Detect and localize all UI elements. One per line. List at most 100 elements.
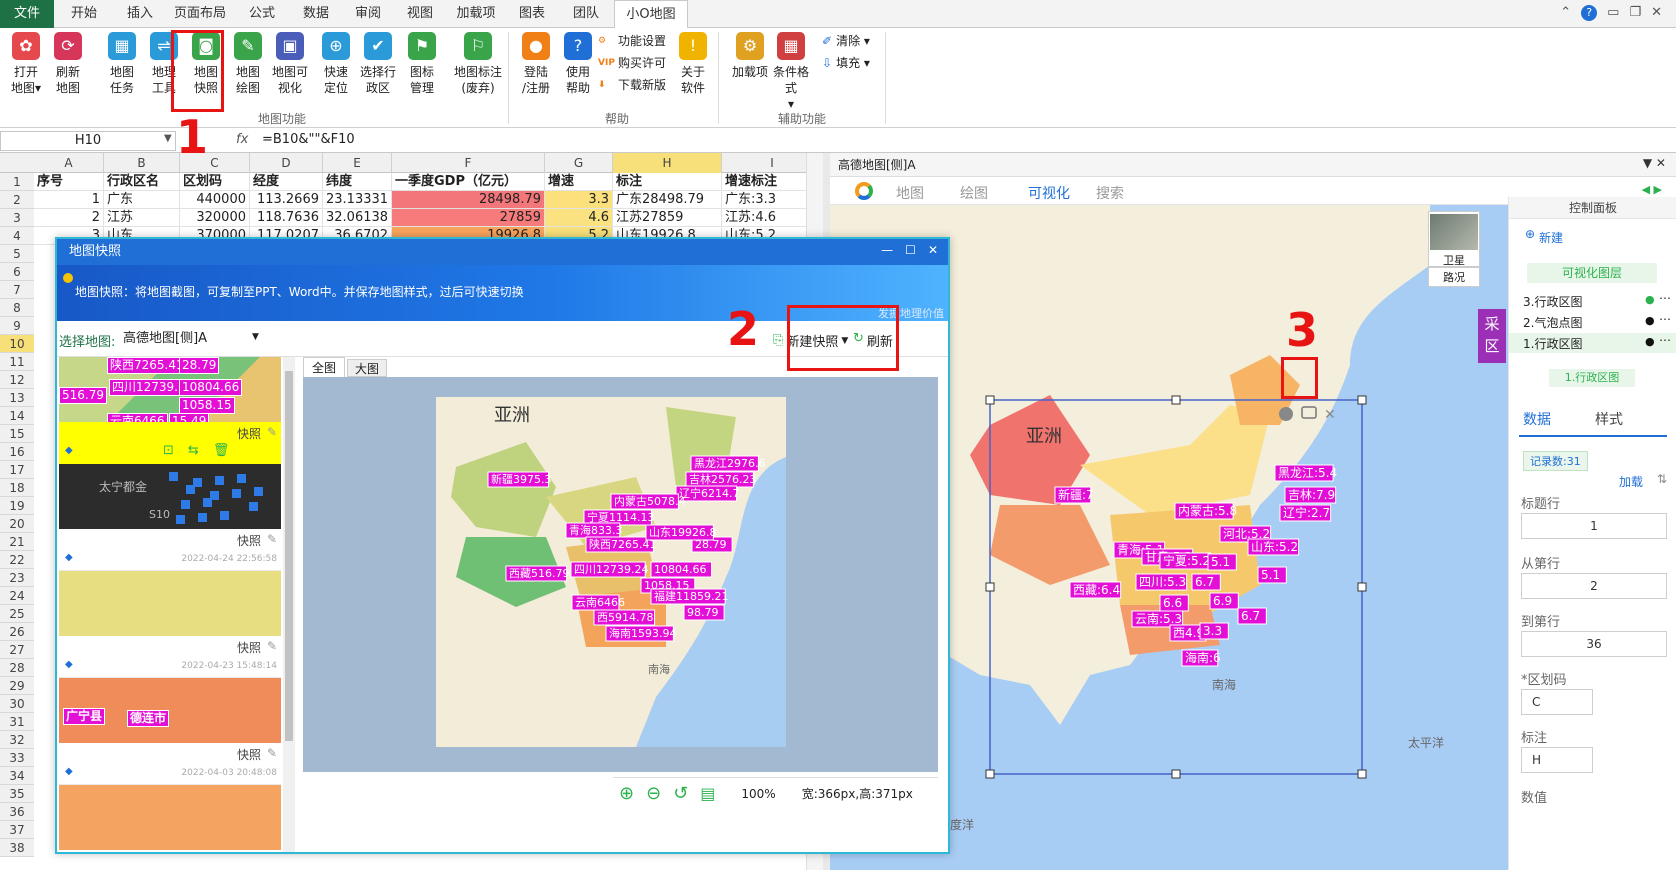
row-number[interactable]: 14 [0,407,34,425]
row-number[interactable]: 17 [0,461,34,479]
row-number[interactable]: 32 [0,731,34,749]
info-icon[interactable] [1279,407,1293,421]
tab-full-map[interactable]: 全图 [303,357,345,377]
row-number[interactable]: 38 [0,839,34,857]
tab-view[interactable]: 视图 [394,0,446,28]
tab-page-layout[interactable]: 页面布局 [168,0,232,28]
resize-handle[interactable] [985,395,995,405]
tab-large-map[interactable]: 大图 [347,359,387,377]
edit-icon[interactable]: ✎ [267,639,277,653]
resize-handle[interactable] [1357,769,1367,779]
row-number[interactable]: 16 [0,443,34,461]
snapshot-thumbnail[interactable]: 快照✎◆ [59,785,281,852]
name-box[interactable]: H10 [0,131,176,151]
row-number[interactable]: 20 [0,515,34,533]
table-cell[interactable]: 118.7636 [250,209,323,227]
column-header-F[interactable]: F [392,153,545,173]
snapshot-thumbnail[interactable]: 快照 ✎ ◆ 2022-04-23 15:48:14 [59,571,281,678]
zoom-out-icon[interactable]: ⊖ [646,783,661,804]
fx-icon[interactable]: fx [236,132,248,147]
header-cell[interactable]: 纬度 [323,173,392,191]
select-map-dropdown[interactable]: 高德地图[侧]A [119,327,269,351]
snapshot-thumbnail[interactable]: 陕西7265.41 28.79 四川12739.24 10804.66 1058.15 云… [59,357,281,464]
table-cell[interactable]: 23.13331 [323,191,392,209]
ribbon-button-7[interactable]: ⊕ 快速 定位 [315,32,357,96]
table-cell[interactable]: 1 [34,191,104,209]
table-cell[interactable]: 320000 [180,209,250,227]
edit-icon[interactable]: ✎ [267,532,277,546]
row-number[interactable]: 29 [0,677,34,695]
ribbon-button-12[interactable]: ? 使用 帮助 [557,32,599,96]
row-number[interactable]: 21 [0,533,34,551]
table-cell[interactable]: 江苏27859 [613,209,722,227]
tab-review[interactable]: 审阅 [342,0,394,28]
layer-item[interactable]: 2.气泡点图 ● ⋯ [1509,312,1676,332]
row-number[interactable]: 34 [0,767,34,785]
table-cell[interactable]: 28498.79 [392,191,545,209]
maximize-icon[interactable]: ☐ [905,243,916,257]
tab-xiao-o-map[interactable]: 小O地图 [614,0,688,29]
map-tab-draw[interactable]: 绘图 [960,183,988,203]
column-header-D[interactable]: D [250,153,323,173]
header-cell[interactable]: 标注 [613,173,722,191]
ribbon-button-1[interactable]: ⟳ 刷新 地图 [47,32,89,96]
close-selection-icon[interactable]: ✕ [1324,407,1336,423]
edit-icon[interactable]: ✎ [267,425,277,439]
zoom-in-icon[interactable]: ⊕ [619,783,634,804]
traffic-toggle[interactable]: 路况 [1428,267,1480,287]
header-cell[interactable]: 序号 [34,173,104,191]
row-number[interactable]: 35 [0,785,34,803]
resize-handle[interactable] [1357,395,1367,405]
tab-insert[interactable]: 插入 [114,0,166,28]
map-nav-arrows-icon[interactable]: ◀ ▶ [1642,183,1662,196]
minimize-icon[interactable]: ▭ [1607,5,1619,21]
close-icon[interactable]: ✕ [1651,5,1662,21]
resize-handle[interactable] [985,582,995,592]
ribbon-button-6[interactable]: ▣ 地图可 视化 [269,32,311,96]
more-icon[interactable]: ⋯ [1659,312,1671,326]
row-number[interactable]: 9 [0,317,34,335]
row-number[interactable]: 12 [0,371,34,389]
row-number[interactable]: 25 [0,605,34,623]
table-cell[interactable]: 440000 [180,191,250,209]
note-select[interactable]: H [1521,747,1593,773]
tab-file[interactable]: 文件 [0,0,54,28]
header-cell[interactable]: 增速 [545,173,613,191]
column-header-G[interactable]: G [545,153,613,173]
row-number[interactable]: 5 [0,245,34,263]
table-cell[interactable]: 4.6 [545,209,613,227]
formula-input[interactable]: =B10&""&F10 [262,132,355,147]
visibility-icon[interactable]: ● [1645,335,1655,348]
row-number[interactable]: 4 [0,227,34,245]
collapse-ribbon-icon[interactable]: ⌃ [1560,5,1571,21]
expand-icon[interactable]: ⇅ [1657,472,1667,486]
ribbon-button-11[interactable]: ● 登陆/注册 [515,32,557,96]
row-number[interactable]: 18 [0,479,34,497]
tab-formulas[interactable]: 公式 [236,0,288,28]
row-number[interactable]: 6 [0,263,34,281]
column-header-E[interactable]: E [323,153,392,173]
minimize-icon[interactable]: — [881,243,893,257]
table-cell[interactable]: 广东 [104,191,180,209]
row-number[interactable]: 23 [0,569,34,587]
more-icon[interactable]: ⋯ [1659,333,1671,347]
scrollbar[interactable] [283,357,295,852]
resize-handle[interactable] [1357,582,1367,592]
assist-small-0[interactable]: ✐ 清除 ▾ [822,32,870,50]
row-number[interactable]: 2 [0,191,34,209]
view-icon[interactable]: ⊡ [163,443,174,458]
satellite-toggle[interactable]: 卫星 [1428,211,1480,267]
ribbon-button-2[interactable]: ▦ 地图 任务 [101,32,143,96]
ribbon-button-14[interactable]: ⚙ 加载项 [729,32,771,80]
row-number[interactable]: 24 [0,587,34,605]
row-number[interactable]: 30 [0,695,34,713]
row-number[interactable]: 19 [0,497,34,515]
row-number[interactable]: 22 [0,551,34,569]
table-cell[interactable]: 27859 [392,209,545,227]
undo-icon[interactable]: ↺ [673,783,688,804]
table-cell[interactable]: 广东28498.79 [613,191,722,209]
code-select[interactable]: C [1521,689,1593,715]
resize-handle[interactable] [985,769,995,779]
row-number[interactable]: 7 [0,281,34,299]
visibility-icon[interactable]: ● [1645,314,1655,327]
